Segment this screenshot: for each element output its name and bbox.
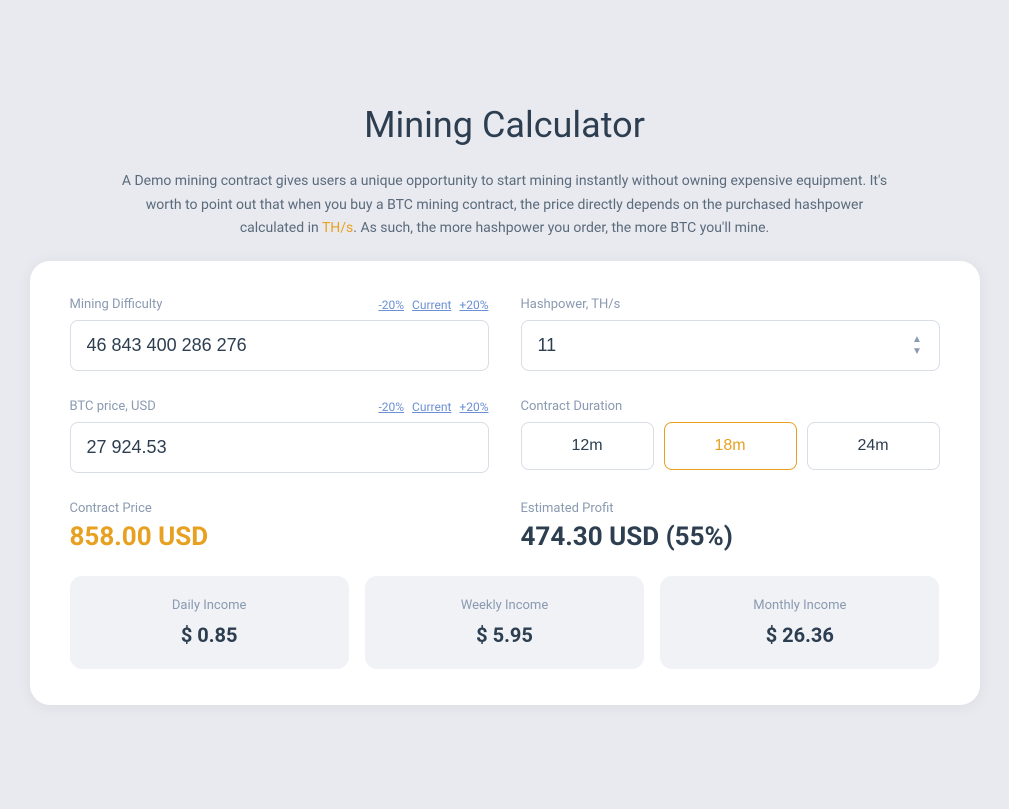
estimated-profit-label: Estimated Profit	[521, 501, 940, 516]
estimated-profit-value: 474.30 USD (55%)	[521, 522, 940, 552]
hashpower-label: Hashpower, TH/s	[521, 297, 621, 312]
mining-difficulty-label: Mining Difficulty	[70, 297, 163, 312]
btc-price-input[interactable]	[70, 422, 489, 473]
duration-btn-12m[interactable]: 12m	[521, 422, 654, 470]
btc-price-minus-link[interactable]: -20%	[378, 400, 404, 414]
btc-price-plus-link[interactable]: +20%	[459, 400, 488, 414]
duration-btn-18m[interactable]: 18m	[664, 422, 797, 470]
fields-row-2: BTC price, USD -20% Current +20% Contrac…	[70, 399, 940, 473]
mining-difficulty-links: -20% Current +20%	[378, 298, 488, 312]
spinner-down-icon[interactable]: ▼	[912, 347, 922, 357]
monthly-income-card: Monthly Income $ 26.36	[660, 576, 939, 669]
mining-difficulty-minus-link[interactable]: -20%	[378, 298, 404, 312]
weekly-income-label: Weekly Income	[381, 598, 628, 613]
estimated-profit-group: Estimated Profit 474.30 USD (55%)	[521, 501, 940, 552]
mining-difficulty-label-row: Mining Difficulty -20% Current +20%	[70, 297, 489, 312]
mining-difficulty-plus-link[interactable]: +20%	[459, 298, 488, 312]
hashpower-spinner[interactable]: ▲ ▼	[896, 320, 940, 371]
results-row: Contract Price 858.00 USD Estimated Prof…	[70, 501, 940, 552]
btc-price-group: BTC price, USD -20% Current +20%	[70, 399, 489, 473]
monthly-income-label: Monthly Income	[676, 598, 923, 613]
contract-price-value: 858.00 USD	[70, 522, 489, 552]
page-description: A Demo mining contract gives users a uni…	[115, 170, 895, 241]
daily-income-value: $ 0.85	[86, 623, 333, 647]
contract-duration-label-row: Contract Duration	[521, 399, 940, 414]
hashpower-group: Hashpower, TH/s ▲ ▼	[521, 297, 940, 371]
daily-income-card: Daily Income $ 0.85	[70, 576, 349, 669]
duration-buttons: 12m 18m 24m	[521, 422, 940, 470]
page-title: Mining Calculator	[364, 104, 645, 146]
btc-price-label-row: BTC price, USD -20% Current +20%	[70, 399, 489, 414]
hashpower-input[interactable]	[521, 320, 896, 371]
fields-row-1: Mining Difficulty -20% Current +20% Hash…	[70, 297, 940, 371]
income-cards-row: Daily Income $ 0.85 Weekly Income $ 5.95…	[70, 576, 940, 669]
hashpower-label-row: Hashpower, TH/s	[521, 297, 940, 312]
btc-price-links: -20% Current +20%	[378, 400, 488, 414]
contract-price-label: Contract Price	[70, 501, 489, 516]
highlight-ths: TH/s	[322, 220, 353, 236]
mining-difficulty-current-link[interactable]: Current	[412, 298, 451, 312]
duration-btn-24m[interactable]: 24m	[807, 422, 940, 470]
daily-income-label: Daily Income	[86, 598, 333, 613]
weekly-income-card: Weekly Income $ 5.95	[365, 576, 644, 669]
monthly-income-value: $ 26.36	[676, 623, 923, 647]
weekly-income-value: $ 5.95	[381, 623, 628, 647]
contract-price-group: Contract Price 858.00 USD	[70, 501, 489, 552]
mining-difficulty-group: Mining Difficulty -20% Current +20%	[70, 297, 489, 371]
contract-duration-group: Contract Duration 12m 18m 24m	[521, 399, 940, 470]
page-container: Mining Calculator A Demo mining contract…	[20, 104, 989, 705]
btc-price-label: BTC price, USD	[70, 399, 156, 414]
btc-price-current-link[interactable]: Current	[412, 400, 451, 414]
contract-duration-label: Contract Duration	[521, 399, 623, 414]
mining-difficulty-input[interactable]	[70, 320, 489, 371]
hashpower-wrapper: ▲ ▼	[521, 320, 940, 371]
calculator-card: Mining Difficulty -20% Current +20% Hash…	[30, 261, 980, 705]
spinner-up-icon[interactable]: ▲	[912, 335, 922, 345]
